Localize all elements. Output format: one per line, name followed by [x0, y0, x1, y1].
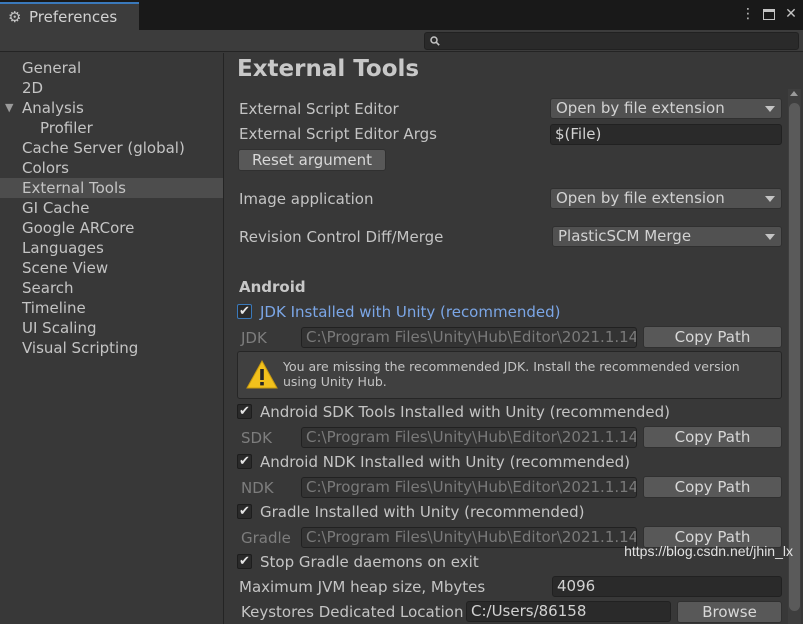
sidebar-item-search[interactable]: Search	[0, 278, 223, 298]
warning-icon	[246, 359, 278, 389]
preferences-sidebar: General 2D ▼ Analysis Profiler Cache Serv…	[0, 53, 224, 624]
sdk-label: SDK	[241, 429, 272, 447]
sidebar-item-profiler[interactable]: Profiler	[0, 118, 223, 138]
image-application-label: Image application	[239, 190, 374, 208]
search-input[interactable]	[424, 32, 799, 50]
revision-control-label: Revision Control Diff/Merge	[239, 228, 444, 246]
sidebar-item-label: Analysis	[22, 99, 84, 117]
sidebar-item-label: Languages	[22, 239, 104, 257]
gear-icon: ⚙	[8, 8, 22, 26]
jdk-warning-box: You are missing the recommended JDK. Ins…	[237, 351, 782, 399]
ndk-path-field: C:\Program Files\Unity\Hub\Editor\2021.1…	[301, 477, 637, 498]
jdk-label: JDK	[241, 329, 267, 347]
window-title-bar: ⚙ Preferences ⋮ ✕	[0, 0, 803, 30]
scrollbar-thumb[interactable]	[789, 103, 800, 611]
sdk-check-label: Android SDK Tools Installed with Unity (…	[260, 403, 671, 421]
sidebar-item-gi-cache[interactable]: GI Cache	[0, 198, 223, 218]
stop-gradle-label: Stop Gradle daemons on exit	[260, 553, 479, 571]
keystores-path-field[interactable]: C:/Users/86158	[466, 601, 671, 622]
sdk-path-field: C:\Program Files\Unity\Hub\Editor\2021.1…	[301, 427, 637, 448]
page-title: External Tools	[237, 56, 420, 82]
android-section-header: Android	[239, 278, 306, 296]
sidebar-item-label: Profiler	[40, 119, 93, 137]
chevron-down-icon	[765, 196, 775, 202]
sdk-checkbox[interactable]: ✔	[237, 404, 252, 419]
gradle-label: Gradle	[241, 529, 291, 547]
sidebar-item-label: External Tools	[22, 179, 126, 197]
jdk-check-label: JDK Installed with Unity (recommended)	[260, 303, 561, 321]
sidebar-item-analysis[interactable]: ▼ Analysis	[0, 98, 223, 118]
sidebar-item-external-tools[interactable]: External Tools	[0, 178, 223, 198]
tab-title: Preferences	[29, 8, 118, 26]
image-application-value: Open by file extension	[556, 189, 725, 207]
sidebar-item-label: Cache Server (global)	[22, 139, 185, 157]
gradle-checkbox[interactable]: ✔	[237, 504, 252, 519]
sidebar-item-label: Visual Scripting	[22, 339, 139, 357]
watermark-text: https://blog.csdn.net/jhin_lx	[624, 543, 793, 559]
jvm-heap-label: Maximum JVM heap size, Mbytes	[239, 578, 486, 596]
image-application-dropdown[interactable]: Open by file extension	[550, 188, 782, 209]
sidebar-item-visual-scripting[interactable]: Visual Scripting	[0, 338, 223, 358]
sidebar-item-label: Colors	[22, 159, 69, 177]
browse-button[interactable]: Browse	[677, 601, 782, 623]
maximize-icon[interactable]	[763, 8, 775, 20]
jdk-checkbox[interactable]: ✔	[237, 304, 252, 319]
sidebar-item-label: Scene View	[22, 259, 109, 277]
script-editor-label: External Script Editor	[239, 100, 399, 118]
preferences-tab[interactable]: ⚙ Preferences	[0, 2, 139, 30]
revision-control-value: PlasticSCM Merge	[558, 227, 692, 245]
sidebar-item-label: Google ARCore	[22, 219, 135, 237]
script-args-label: External Script Editor Args	[239, 125, 437, 143]
sdk-copy-path-button[interactable]: Copy Path	[643, 426, 782, 448]
script-editor-value: Open by file extension	[556, 99, 725, 117]
sidebar-item-ui-scaling[interactable]: UI Scaling	[0, 318, 223, 338]
sidebar-item-label: General	[22, 59, 82, 77]
warning-text: You are missing the recommended JDK. Ins…	[283, 359, 740, 389]
sidebar-item-general[interactable]: General	[0, 58, 223, 78]
search-icon	[430, 36, 440, 46]
sidebar-item-label: Search	[22, 279, 74, 297]
reset-argument-button[interactable]: Reset argument	[238, 149, 386, 171]
script-editor-dropdown[interactable]: Open by file extension	[550, 98, 782, 119]
chevron-down-icon	[765, 106, 775, 112]
sidebar-item-languages[interactable]: Languages	[0, 238, 223, 258]
close-icon[interactable]: ✕	[785, 6, 797, 22]
fold-arrow-icon[interactable]: ▼	[5, 98, 13, 118]
sidebar-item-label: Timeline	[22, 299, 86, 317]
stop-gradle-checkbox[interactable]: ✔	[237, 554, 252, 569]
ndk-label: NDK	[241, 479, 274, 497]
sidebar-item-timeline[interactable]: Timeline	[0, 298, 223, 318]
gradle-check-label: Gradle Installed with Unity (recommended…	[260, 503, 585, 521]
sidebar-item-label: 2D	[22, 79, 44, 97]
revision-control-dropdown[interactable]: PlasticSCM Merge	[552, 226, 782, 247]
sidebar-item-scene-view[interactable]: Scene View	[0, 258, 223, 278]
keystores-label: Keystores Dedicated Location	[241, 603, 464, 621]
sidebar-item-cache-server[interactable]: Cache Server (global)	[0, 138, 223, 158]
ndk-checkbox[interactable]: ✔	[237, 454, 252, 469]
sidebar-item-label: UI Scaling	[22, 319, 97, 337]
sidebar-item-google-arcore[interactable]: Google ARCore	[0, 218, 223, 238]
sidebar-item-colors[interactable]: Colors	[0, 158, 223, 178]
gradle-path-field: C:\Program Files\Unity\Hub\Editor\2021.1…	[301, 527, 637, 548]
sidebar-item-2d[interactable]: 2D	[0, 78, 223, 98]
script-args-input[interactable]: $(File)	[550, 124, 782, 145]
jdk-copy-path-button[interactable]: Copy Path	[643, 326, 782, 348]
sidebar-item-label: GI Cache	[22, 199, 90, 217]
kebab-menu-icon[interactable]: ⋮	[741, 6, 755, 22]
ndk-check-label: Android NDK Installed with Unity (recomm…	[260, 453, 631, 471]
jvm-heap-input[interactable]: 4096	[552, 576, 782, 597]
external-tools-panel: External Tools External Script Editor Op…	[225, 53, 803, 624]
scroll-up-arrow-icon[interactable]	[790, 91, 798, 96]
ndk-copy-path-button[interactable]: Copy Path	[643, 476, 782, 498]
toolbar	[0, 30, 803, 52]
chevron-down-icon	[765, 234, 775, 240]
jdk-path-field: C:\Program Files\Unity\Hub\Editor\2021.1…	[301, 327, 637, 348]
